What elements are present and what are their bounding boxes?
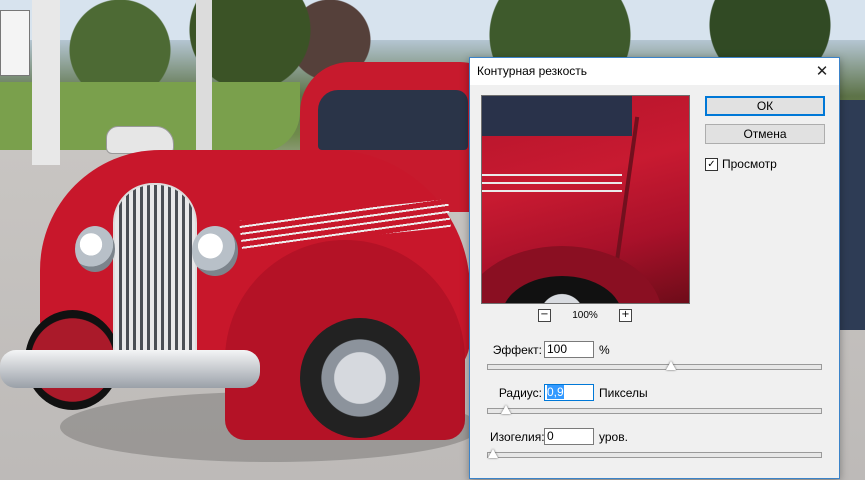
preview-checkbox-label: Просмотр	[722, 157, 777, 171]
radius-input[interactable]: 0,9	[544, 384, 594, 401]
parked-car	[840, 100, 865, 330]
pole	[196, 0, 212, 160]
pole	[32, 0, 60, 165]
threshold-slider-thumb[interactable]	[488, 449, 498, 458]
car-bumper	[0, 350, 260, 388]
threshold-value: 0	[547, 429, 554, 443]
preview-stripe	[482, 190, 622, 192]
amount-input[interactable]: 100	[544, 341, 594, 358]
preview-pane[interactable]	[481, 95, 690, 304]
close-icon: ✕	[815, 63, 829, 80]
radius-unit: Пикселы	[599, 385, 648, 400]
radius-label: Радиус:	[498, 385, 542, 400]
dialog-titlebar[interactable]: Контурная резкость ✕	[470, 58, 839, 85]
threshold-unit: уров.	[599, 429, 628, 444]
threshold-slider[interactable]	[487, 449, 822, 458]
car-window	[318, 90, 468, 150]
dialog-title: Контурная резкость	[477, 64, 587, 78]
radius-value: 0,9	[547, 385, 564, 399]
minus-icon: −	[540, 308, 549, 320]
radius-row: Радиус: 0,9 Пикселы	[490, 384, 648, 401]
cancel-button[interactable]: Отмена	[705, 124, 825, 144]
threshold-input[interactable]: 0	[544, 428, 594, 445]
zoom-controls: − 100% +	[538, 308, 632, 322]
plus-icon: +	[621, 308, 630, 320]
amount-slider-thumb[interactable]	[665, 361, 676, 370]
preview-checkbox[interactable]: ✓	[705, 157, 718, 171]
amount-label: Эффект:	[492, 342, 542, 357]
amount-slider[interactable]	[487, 361, 822, 370]
zoom-out-button[interactable]: −	[538, 308, 551, 322]
preview-toggle[interactable]: ✓ Просмотр	[705, 157, 777, 171]
headlamp-icon	[192, 226, 238, 276]
preview-window	[482, 96, 632, 136]
preview-stripe	[482, 182, 622, 184]
close-button[interactable]: ✕	[809, 59, 835, 83]
preview-stripe	[482, 174, 622, 176]
radius-slider[interactable]	[487, 405, 822, 414]
amount-unit: %	[599, 342, 610, 357]
unsharp-mask-dialog: Контурная резкость ✕ − 100% + ОК Отмена …	[469, 57, 840, 479]
zoom-in-button[interactable]: +	[618, 308, 632, 322]
amount-row: Эффект: 100 %	[490, 341, 610, 358]
radius-slider-thumb[interactable]	[500, 405, 511, 414]
car-wheel	[300, 318, 420, 438]
car-grille	[113, 183, 197, 367]
threshold-label: Изогелия:	[490, 429, 545, 444]
amount-value: 100	[547, 342, 568, 356]
ok-button[interactable]: ОК	[705, 96, 825, 116]
zoom-level: 100%	[572, 309, 598, 321]
roadside-sign	[0, 10, 30, 76]
threshold-row: Изогелия: 0 уров.	[490, 428, 628, 445]
headlamp-icon	[75, 226, 115, 272]
